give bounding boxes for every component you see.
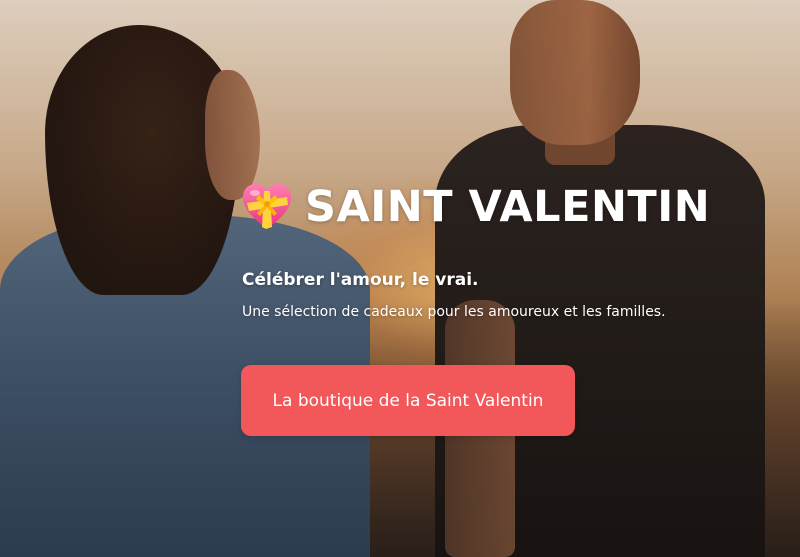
hero-tagline: Célébrer l'amour, le vrai. [242,270,479,290]
shop-valentines-button[interactable]: La boutique de la Saint Valentin [241,365,575,436]
hero-title: SAINT VALENTIN [305,182,711,232]
hero-banner: SAINT VALENTIN Célébrer l'amour, le vrai… [0,0,800,557]
hero-subtitle: Une sélection de cadeaux pour les amoure… [242,304,666,320]
heart-with-ribbon-icon [241,183,293,231]
hero-title-row: SAINT VALENTIN [241,180,761,234]
